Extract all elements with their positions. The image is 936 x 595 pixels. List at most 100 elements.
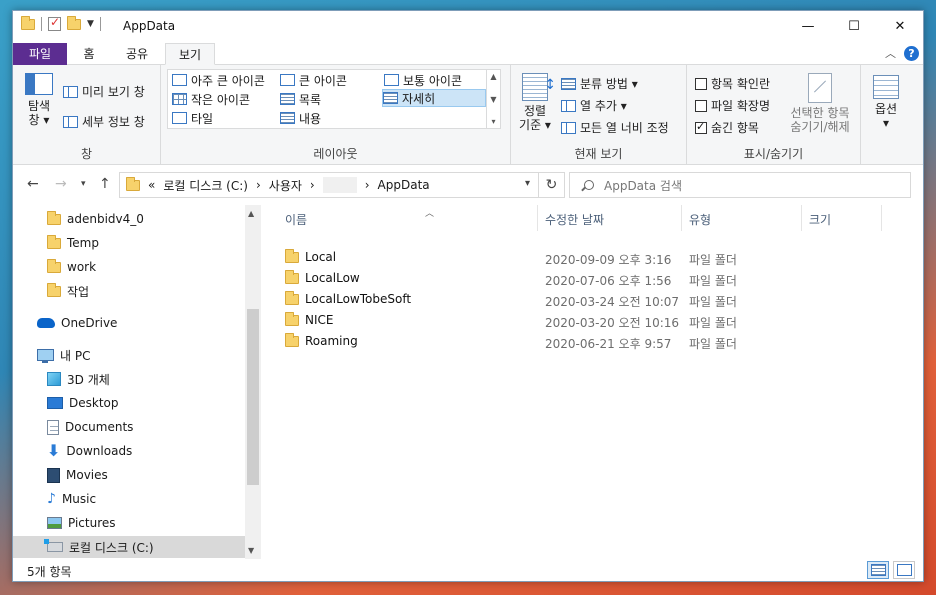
layout-details[interactable]: 자세히	[382, 89, 486, 107]
table-row[interactable]: LocalLow 2020-07-06 오후 1:56 파일 폴더	[285, 268, 905, 289]
breadcrumb-overflow[interactable]: «	[148, 178, 155, 192]
address-bar[interactable]: « 로컬 디스크 (C:) › 사용자 › › AppData ▾	[119, 172, 539, 198]
breadcrumb-separator[interactable]: ›	[365, 178, 370, 192]
tab-share[interactable]: 공유	[117, 43, 157, 65]
nav-item-onedrive[interactable]: OneDrive	[13, 312, 245, 334]
preview-pane-button[interactable]: 미리 보기 창	[63, 83, 145, 100]
layout-gallery: 아주 큰 아이콘 큰 아이콘 보통 아이콘 작은 아이콘 목록 자세히 타일 내…	[167, 69, 501, 129]
column-header-name[interactable]: 이름 ︿	[285, 209, 539, 229]
breadcrumb-separator[interactable]: ›	[310, 178, 315, 192]
tab-file[interactable]: 파일	[13, 43, 67, 65]
customize-toolbar-icon[interactable]: ▼	[87, 19, 94, 29]
address-dropdown-icon[interactable]: ▾	[525, 178, 530, 189]
new-folder-icon[interactable]	[67, 15, 81, 30]
layout-medium-icons[interactable]: 보통 아이콘	[384, 71, 462, 89]
search-input[interactable]: AppData 검색	[569, 172, 911, 198]
checkbox-icon[interactable]	[695, 99, 707, 112]
recent-locations-icon[interactable]: ▾	[81, 179, 86, 189]
nav-item-3d-objects[interactable]: 3D 개체	[13, 368, 245, 390]
layout-content[interactable]: 내용	[280, 109, 321, 127]
nav-item-work-kr[interactable]: 작업	[13, 280, 245, 302]
large-icons-view-button[interactable]	[893, 561, 915, 579]
file-name-extensions-toggle[interactable]: 파일 확장명	[695, 97, 770, 114]
nav-item-adenbidv4[interactable]: adenbidv4_0	[13, 208, 245, 230]
nav-item-this-pc[interactable]: 내 PC	[13, 344, 245, 366]
layout-item-label: 타일	[191, 111, 214, 126]
column-divider[interactable]	[881, 205, 882, 231]
nav-item-music[interactable]: ♪ Music	[13, 488, 245, 510]
options-button[interactable]: 옵션 ▾	[869, 75, 903, 130]
nav-item-temp[interactable]: Temp	[13, 232, 245, 254]
item-check-boxes-toggle[interactable]: 항목 확인란	[695, 75, 770, 92]
file-name-label: NICE	[305, 313, 334, 327]
nav-item-label: 내 PC	[60, 348, 91, 363]
navigation-pane-label: 탐색	[27, 99, 51, 113]
column-header-type[interactable]: 유형	[689, 209, 799, 229]
layout-tiles[interactable]: 타일	[172, 109, 213, 127]
table-row[interactable]: LocalLowTobeSoft 2020-03-24 오전 10:07 파일 …	[285, 289, 905, 310]
details-pane-label: 세부 정보 창	[82, 115, 145, 129]
add-columns-button[interactable]: 열 추가 ▾	[561, 97, 627, 114]
expand-gallery-icon[interactable]: ▾	[491, 117, 495, 126]
column-header-label: 크기	[809, 212, 832, 227]
ribbon-group-show-hide: 항목 확인란 파일 확장명 숨긴 항목 선택한 항목 숨기기/해제 표시/숨기기	[687, 65, 861, 165]
navigation-pane-button[interactable]: 탐색 창 ▾	[21, 73, 57, 127]
scroll-down-icon[interactable]: ▼	[490, 95, 496, 104]
nav-item-movies[interactable]: Movies	[13, 464, 245, 486]
maximize-button[interactable]: ☐	[831, 11, 877, 41]
layout-gallery-scroll[interactable]: ▲ ▼ ▾	[486, 70, 500, 128]
nav-item-downloads[interactable]: ⬇ Downloads	[13, 440, 245, 462]
redacted-breadcrumb[interactable]	[322, 177, 357, 193]
scroll-up-icon[interactable]: ▲	[248, 209, 254, 218]
size-all-columns-button[interactable]: 모든 열 너비 조정	[561, 119, 669, 136]
up-icon[interactable]: ↑	[99, 176, 111, 192]
minimize-button[interactable]: —	[785, 11, 831, 41]
forward-icon[interactable]: →	[55, 176, 67, 192]
tab-view[interactable]: 보기	[165, 43, 215, 65]
breadcrumb-separator[interactable]: ›	[256, 178, 261, 192]
collapse-ribbon-icon[interactable]: ︿	[885, 45, 896, 61]
breadcrumb-item[interactable]: 로컬 디스크 (C:)	[163, 177, 248, 194]
column-header-date[interactable]: 수정한 날짜	[545, 209, 681, 229]
scroll-down-icon[interactable]: ▼	[248, 546, 254, 555]
layout-large-icons[interactable]: 큰 아이콘	[280, 71, 347, 89]
properties-icon[interactable]	[48, 15, 61, 31]
breadcrumb-item[interactable]: 사용자	[269, 177, 302, 194]
back-icon[interactable]: ←	[27, 176, 39, 192]
nav-item-label: adenbidv4_0	[67, 212, 144, 226]
table-row[interactable]: NICE 2020-03-20 오전 10:16 파일 폴더	[285, 310, 905, 331]
column-divider[interactable]	[537, 205, 538, 231]
checkbox-icon[interactable]	[695, 77, 707, 90]
column-divider[interactable]	[681, 205, 682, 231]
refresh-button[interactable]: ↻	[539, 172, 565, 198]
checkbox-checked-icon[interactable]	[695, 120, 707, 134]
column-divider[interactable]	[801, 205, 802, 231]
ribbon-group-options: 옵션 ▾	[861, 65, 911, 165]
nav-item-local-disk[interactable]: 로컬 디스크 (C:)	[13, 536, 245, 558]
close-button[interactable]: ✕	[877, 11, 923, 41]
scroll-up-icon[interactable]: ▲	[490, 72, 496, 81]
breadcrumb-item[interactable]: AppData	[378, 178, 430, 192]
nav-item-pictures[interactable]: Pictures	[13, 512, 245, 534]
nav-item-desktop[interactable]: Desktop	[13, 392, 245, 414]
sort-by-button[interactable]: 정렬 기준 ▾	[517, 73, 556, 132]
column-header-size[interactable]: 크기	[809, 209, 879, 229]
tab-home[interactable]: 홈	[73, 43, 105, 65]
layout-small-icons[interactable]: 작은 아이콘	[172, 90, 250, 108]
nav-pane-scrollbar[interactable]: ▲ ▼	[245, 205, 261, 559]
table-row[interactable]: Roaming 2020-06-21 오후 9:57 파일 폴더	[285, 331, 905, 352]
file-type: 파일 폴더	[689, 274, 737, 288]
group-by-button[interactable]: 분류 방법 ▾	[561, 75, 638, 92]
scrollbar-thumb[interactable]	[247, 309, 259, 485]
search-icon	[584, 180, 594, 190]
nav-item-work[interactable]: work	[13, 256, 245, 278]
layout-extra-large-icons[interactable]: 아주 큰 아이콘	[172, 71, 265, 89]
layout-list[interactable]: 목록	[280, 90, 321, 108]
help-icon[interactable]: ?	[904, 45, 919, 61]
table-row[interactable]: Local 2020-09-09 오후 3:16 파일 폴더	[285, 247, 905, 268]
hidden-items-toggle[interactable]: 숨긴 항목	[695, 119, 759, 136]
nav-item-documents[interactable]: Documents	[13, 416, 245, 438]
details-pane-button[interactable]: 세부 정보 창	[63, 113, 145, 130]
details-view-button[interactable]	[867, 561, 889, 579]
hide-selected-items-button[interactable]: 선택한 항목 숨기기/해제	[785, 73, 855, 134]
